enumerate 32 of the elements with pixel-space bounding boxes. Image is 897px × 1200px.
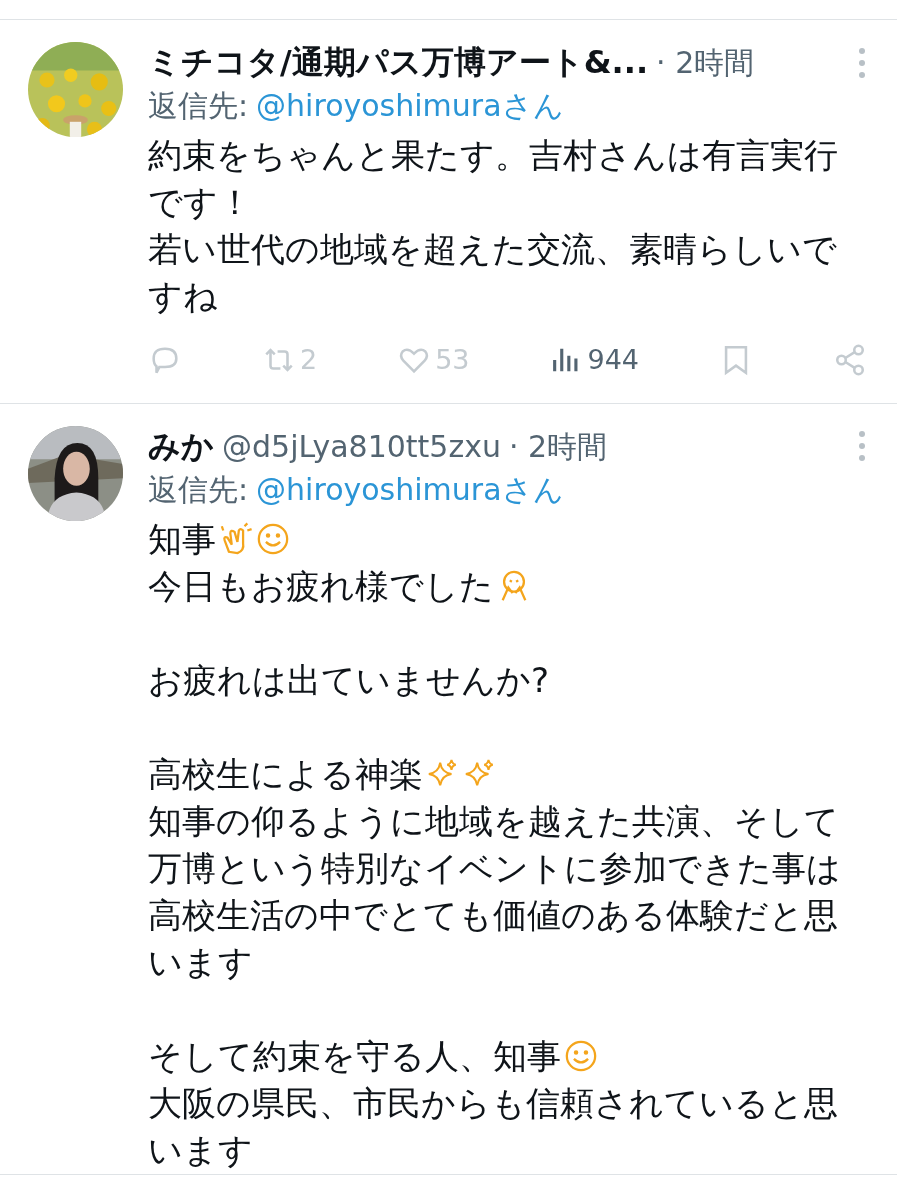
body-text: 万博という特別なイベントに参加できた事は [148,846,841,890]
timestamp: · 2時間 [508,427,608,466]
count: 2 [299,343,318,377]
body-text: 約束をちゃんと果たす。吉村さんは有言実行 [148,134,838,177]
body-text: 今日もお疲れ様でした [148,564,494,608]
count: 53 [435,343,470,377]
body-text: 知事 [148,517,216,561]
author-handle[interactable]: @d5jLya810tt5zxu [222,426,501,467]
reply-to-label: 返信先: [148,470,249,509]
body-text: すね [148,275,218,318]
body-text: そして約束を守る人、知事 [148,1034,561,1078]
more-icon[interactable] [857,429,867,463]
body-text: です！ [148,181,252,224]
count: 944 [587,343,639,377]
body-text: います [148,1128,253,1172]
body-text: 高校生による神楽 [148,752,423,796]
mention-link[interactable]: @hiroyoshimuraさん [256,83,564,128]
smiley-icon [564,1039,598,1073]
timestamp: · 2時間 [656,44,755,82]
clapping-hands-icon [219,522,253,556]
body-text: います [148,940,253,984]
body-text: お疲れは出ていませんか? [148,658,550,702]
reply-to-label: 返信先: [148,87,249,125]
author-name[interactable]: ミチコタ/通期パス万博アート&... [148,42,649,82]
mention-link[interactable]: @hiroyoshimuraさん [256,466,564,512]
body-text: 大阪の県民、市民からも信頼されていると思 [148,1081,838,1125]
body-text: 若い世代の地域を超えた交流、素晴らしいで [148,228,837,271]
body-text: 高校生活の中でとても価値のある体験だと思 [148,893,838,937]
more-icon[interactable] [857,45,867,80]
body-text: 知事の仰るように地域を越えた共演、そして [148,799,839,843]
author-name[interactable]: みか [148,425,214,466]
smiley-icon [256,522,290,556]
